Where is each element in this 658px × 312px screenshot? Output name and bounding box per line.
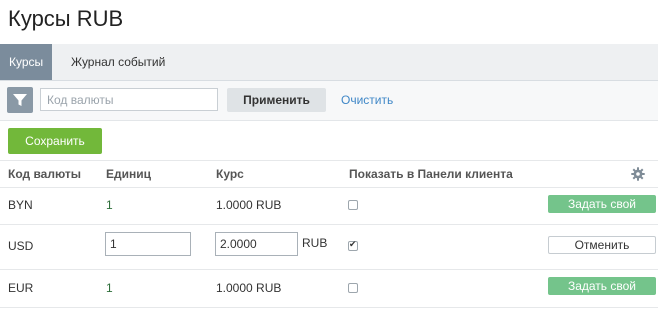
show-in-panel-checkbox[interactable] bbox=[348, 200, 358, 210]
show-in-panel-checkbox[interactable] bbox=[348, 239, 358, 251]
tab-rates[interactable]: Курсы bbox=[0, 44, 53, 80]
table-header: Код валюты Единиц Курс Показать в Панели… bbox=[0, 160, 658, 188]
gear-icon[interactable] bbox=[631, 167, 645, 181]
table-row: EUR 1 1.0000 RUB Задать свой bbox=[0, 270, 658, 308]
filter-icon[interactable] bbox=[7, 87, 33, 113]
column-header-code: Код валюты bbox=[8, 167, 82, 181]
rate-unit: RUB bbox=[302, 236, 328, 250]
currency-code: EUR bbox=[8, 281, 34, 295]
table-row: BYN 1 1.0000 RUB Задать свой bbox=[0, 187, 658, 225]
units-value: 1 bbox=[106, 198, 113, 212]
currency-code: BYN bbox=[8, 198, 33, 212]
currency-code: USD bbox=[8, 239, 34, 253]
rate-value: 1.0000 RUB bbox=[216, 198, 282, 212]
tab-bar: Курсы Журнал событий bbox=[0, 44, 658, 81]
rate-input[interactable] bbox=[215, 232, 298, 256]
set-custom-button[interactable]: Задать свой bbox=[548, 195, 656, 213]
table-row: USD RUB Отменить bbox=[0, 225, 658, 270]
units-input[interactable] bbox=[105, 232, 191, 256]
apply-button[interactable]: Применить bbox=[227, 88, 326, 112]
show-in-panel-checkbox[interactable] bbox=[348, 283, 358, 293]
units-value: 1 bbox=[106, 281, 113, 295]
currency-code-filter-input[interactable] bbox=[40, 88, 218, 111]
set-custom-button[interactable]: Задать свой bbox=[548, 277, 656, 295]
cancel-button[interactable]: Отменить bbox=[548, 236, 656, 254]
clear-link[interactable]: Очистить bbox=[341, 93, 393, 107]
save-button[interactable]: Сохранить bbox=[8, 128, 102, 154]
column-header-units: Единиц bbox=[106, 167, 151, 181]
column-header-rate: Курс bbox=[216, 167, 244, 181]
filter-bar: Применить Очистить bbox=[0, 81, 658, 121]
column-header-show: Показать в Панели клиента bbox=[349, 167, 513, 181]
tab-event-log[interactable]: Журнал событий bbox=[62, 44, 174, 80]
page-title: Курсы RUB bbox=[8, 6, 124, 31]
rate-value: 1.0000 RUB bbox=[216, 281, 282, 295]
